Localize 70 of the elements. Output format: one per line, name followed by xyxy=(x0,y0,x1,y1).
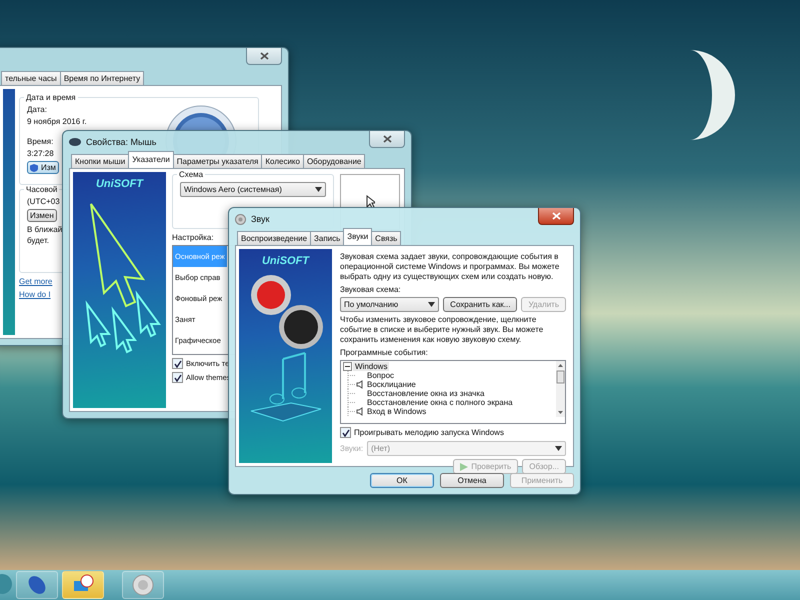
checkbox[interactable] xyxy=(172,372,183,383)
event-item[interactable]: Восстановление окна с полного экрана xyxy=(367,398,513,407)
tab[interactable]: Указатели xyxy=(128,151,174,168)
time-label: Время: xyxy=(27,137,54,146)
event-group[interactable]: Windows xyxy=(353,362,390,371)
tab[interactable]: Звуки xyxy=(343,228,372,245)
checkbox[interactable] xyxy=(340,427,351,438)
speaker-icon xyxy=(131,573,155,597)
tab[interactable]: Воспроизведение xyxy=(237,231,312,245)
tab[interactable]: Оборудование xyxy=(302,154,366,168)
scheme-label: Звуковая схема: xyxy=(340,285,401,294)
tab[interactable]: Запись xyxy=(310,231,344,245)
close-button[interactable] xyxy=(538,208,574,225)
event-item[interactable]: Восстановление окна из значка xyxy=(367,389,484,398)
help-link[interactable]: How do I xyxy=(19,290,51,299)
dialog-button[interactable]: Отмена xyxy=(440,473,504,488)
checkbox[interactable] xyxy=(172,358,183,369)
note-text: В ближай xyxy=(27,225,62,234)
dropdown-arrow-icon xyxy=(555,446,562,451)
checkbox-label: Проигрывать мелодию запуска Windows xyxy=(354,428,504,437)
mouse-icon xyxy=(69,137,81,147)
event-item[interactable]: Восклицание xyxy=(367,380,416,389)
scrollbar xyxy=(556,361,565,417)
tab[interactable]: Параметры указателя xyxy=(172,154,262,168)
pointer-icon xyxy=(366,195,374,209)
start-orb-icon xyxy=(0,574,12,594)
logo-text: UniSOFT xyxy=(262,255,310,267)
tab[interactable]: Кнопки мыши xyxy=(71,154,130,168)
close-icon xyxy=(260,52,268,60)
scheme-button[interactable]: Сохранить как... xyxy=(443,297,518,312)
close-button[interactable] xyxy=(369,131,405,148)
description-text: Звуковая схема задает звуки, сопровождающие события в операционной системе Windows и программах. Вы можете выбрать одну из существующих схем или создать новую. xyxy=(340,252,560,282)
change-date-button[interactable]: Изм xyxy=(27,161,59,174)
timezone-value: (UTC+03 xyxy=(27,197,61,206)
change-timezone-button[interactable]: Измен xyxy=(27,209,57,222)
event-item[interactable]: Вход в Windows xyxy=(367,407,426,416)
dropdown-arrow-icon xyxy=(428,302,436,307)
speaker-icon xyxy=(235,214,246,224)
close-icon xyxy=(382,135,392,143)
taskbar-button[interactable] xyxy=(16,571,58,599)
close-icon xyxy=(552,212,560,220)
close-button[interactable] xyxy=(246,48,282,65)
scheme-dropdown[interactable]: Windows Aero (системная) xyxy=(180,182,326,197)
group-title: Дата и время xyxy=(24,93,78,102)
note-text: будет. xyxy=(27,236,49,245)
tab[interactable]: Связь xyxy=(371,231,402,245)
sounds-label: Звуки: xyxy=(340,444,364,453)
group-title: Часовой xyxy=(24,185,60,194)
tab[interactable]: тельные часы xyxy=(1,71,61,85)
date-label: Дата: xyxy=(27,105,47,114)
logo-text: UniSOFT xyxy=(96,178,144,190)
scheme-dropdown[interactable]: По умолчанию xyxy=(340,297,440,312)
window-title: Свойства: Мышь xyxy=(86,137,156,147)
hint-text: Чтобы изменить звуковое сопровождение, щелкните событие в списке и выберите нужный звук. Вы можете сохранить изменения как новую звуковую схему. xyxy=(340,315,544,345)
window-title: Звук xyxy=(251,214,270,224)
time-value: 3:27:28 xyxy=(27,149,54,158)
dialog-button[interactable]: ОК xyxy=(370,473,434,488)
group-title: Схема xyxy=(177,170,206,179)
tab[interactable]: Колесико xyxy=(261,154,304,168)
tab[interactable]: Время по Интернету xyxy=(60,71,144,85)
help-link[interactable]: Get more xyxy=(19,277,52,286)
checkmark-icon xyxy=(342,428,350,436)
date-value: 9 ноября 2016 г. xyxy=(27,117,87,126)
event-item[interactable]: Вопрос xyxy=(367,371,394,380)
play-icon xyxy=(460,462,468,470)
events-label: Программные события: xyxy=(340,348,428,357)
customize-label: Настройка: xyxy=(172,233,214,242)
shield-icon xyxy=(30,164,38,172)
taskbar-button[interactable] xyxy=(62,571,104,599)
dropdown-arrow-icon xyxy=(315,187,322,192)
